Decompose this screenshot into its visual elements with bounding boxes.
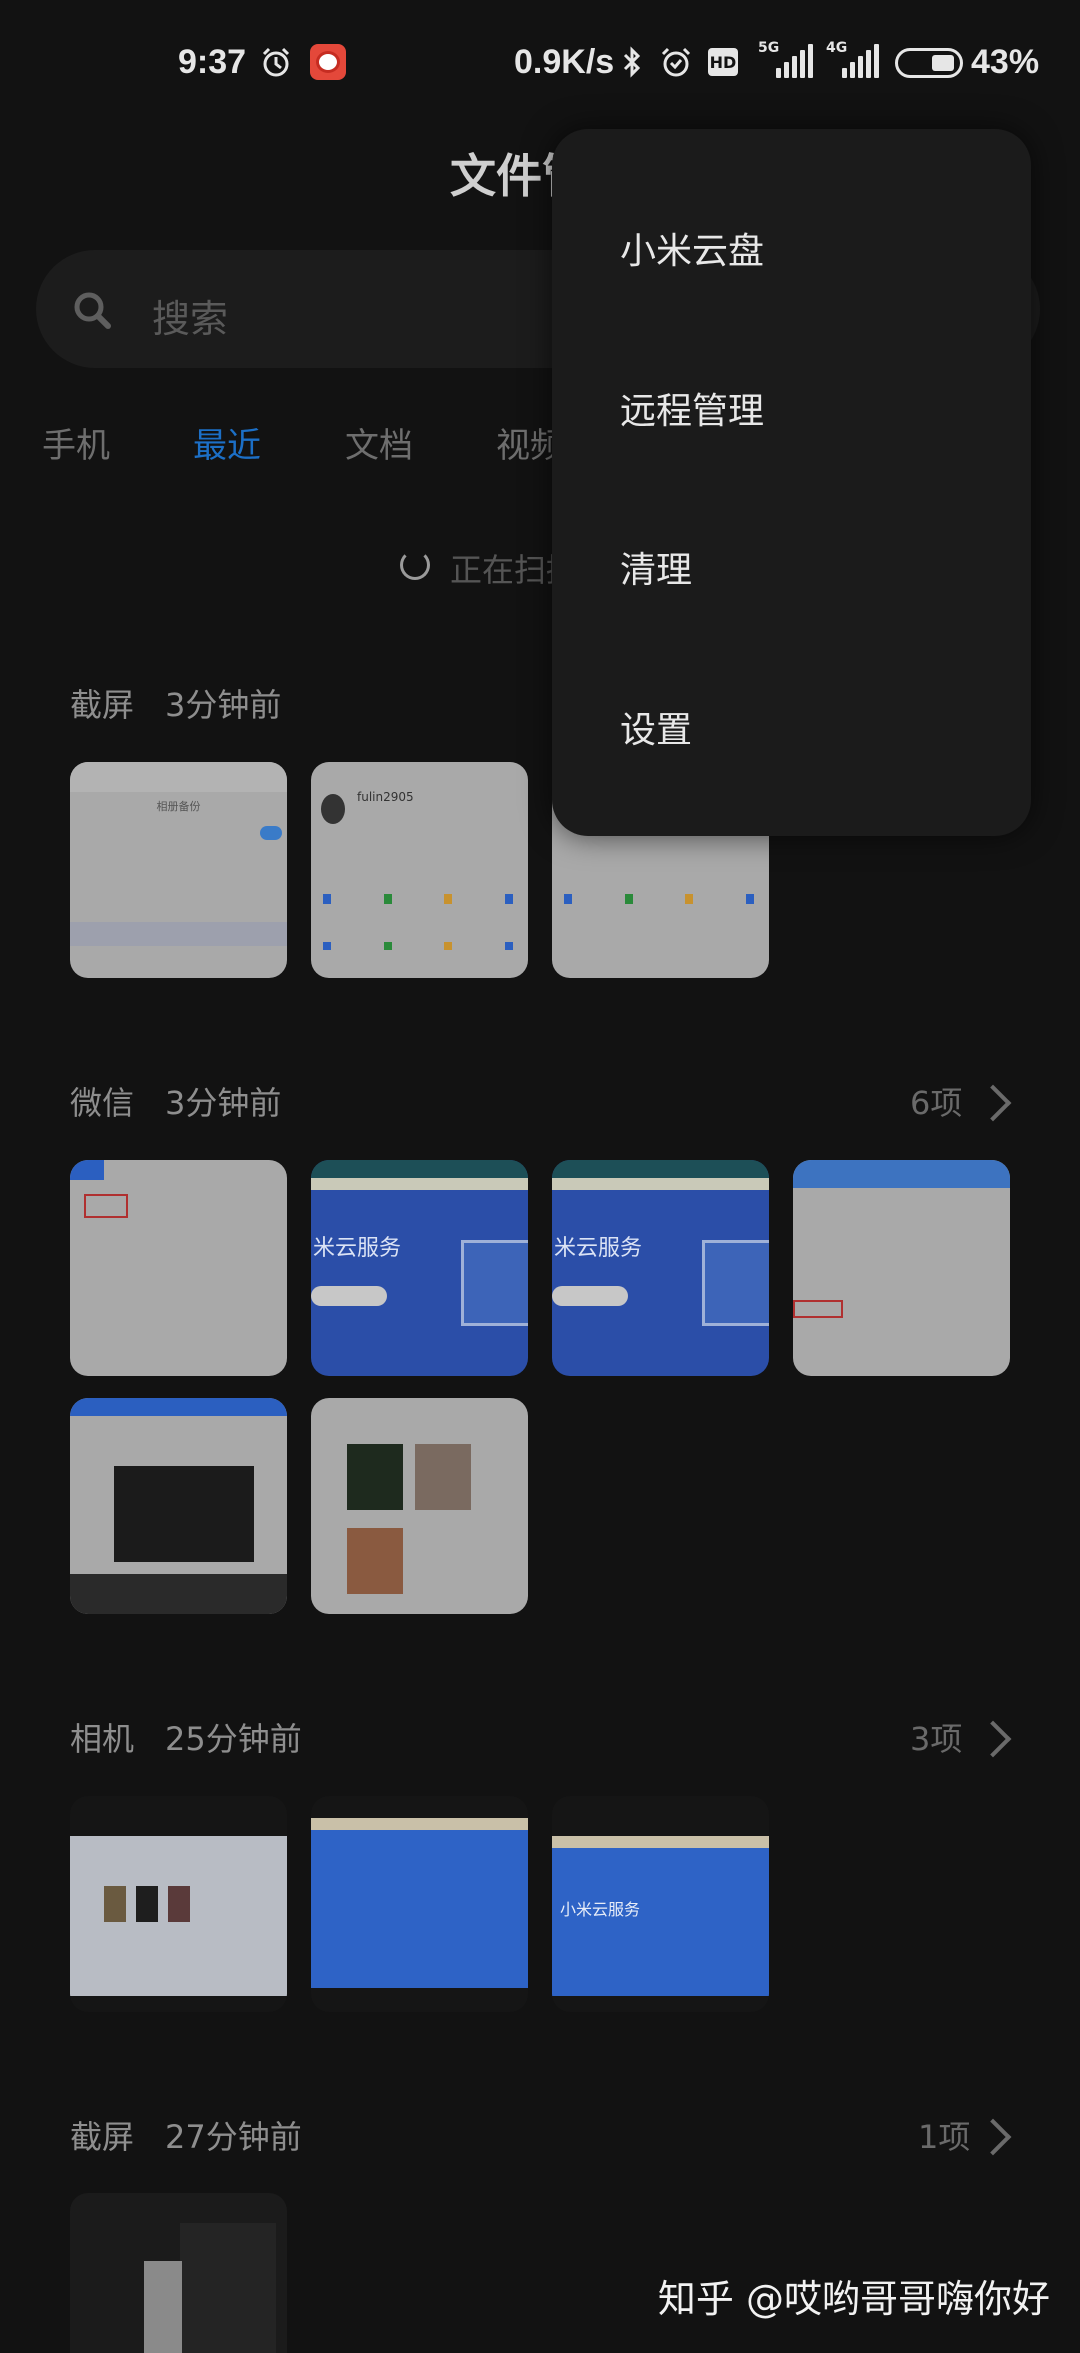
menu-item-settings[interactable]: 设置 <box>620 701 692 753</box>
section-title: 截屏 <box>70 686 135 724</box>
chevron-right-icon[interactable] <box>974 1720 1012 1758</box>
tab-recent[interactable]: 最近 <box>193 418 261 467</box>
watermark: 知乎 @哎哟哥哥嗨你好 <box>657 2277 1050 2321</box>
thumbnail[interactable] <box>311 1398 528 1614</box>
loading-spinner-icon <box>400 550 430 580</box>
section-time: 27分钟前 <box>165 2118 302 2156</box>
signal-4g-icon <box>842 44 879 78</box>
tab-documents[interactable]: 文档 <box>345 418 413 467</box>
section-count[interactable]: 3项 <box>910 1714 962 1760</box>
thumbnail[interactable] <box>70 2193 287 2353</box>
status-time: 9:37 <box>178 43 247 81</box>
thumbnail[interactable]: 米云服务 <box>311 1160 528 1376</box>
tab-phone[interactable]: 手机 <box>42 418 110 467</box>
chevron-right-icon[interactable] <box>974 2118 1012 2156</box>
thumbnail[interactable] <box>70 1398 287 1614</box>
section-count[interactable]: 1项 <box>918 2112 970 2158</box>
section-title: 截屏 <box>70 2118 135 2156</box>
signal-5g-icon <box>776 44 813 78</box>
hd-icon: HD <box>708 48 738 76</box>
menu-item-cleanup[interactable]: 清理 <box>620 541 692 593</box>
section-title: 相机 <box>70 1720 135 1758</box>
alarm-icon <box>258 42 294 82</box>
thumbnail[interactable]: 小米云服务 <box>552 1796 769 2012</box>
thumbnail[interactable]: 相册备份 <box>70 762 287 978</box>
alarm-clock-icon <box>658 42 694 82</box>
bluetooth-icon <box>620 42 644 82</box>
thumbnail[interactable] <box>70 1796 287 2012</box>
thumbnail[interactable] <box>311 1796 528 2012</box>
section-title: 微信 <box>70 1084 135 1122</box>
search-icon <box>72 290 112 330</box>
section-time: 3分钟前 <box>165 1084 282 1122</box>
thumbnail[interactable] <box>70 1160 287 1376</box>
section-count[interactable]: 6项 <box>910 1078 962 1124</box>
menu-item-remote-management[interactable]: 远程管理 <box>620 382 764 434</box>
battery-icon <box>895 48 963 78</box>
thumbnail[interactable]: 米云服务 <box>552 1160 769 1376</box>
menu-item-mi-cloud[interactable]: 小米云盘 <box>620 222 764 274</box>
search-placeholder: 搜索 <box>152 297 229 341</box>
app-notification-icon <box>310 44 346 80</box>
chevron-right-icon[interactable] <box>974 1084 1012 1122</box>
section-time: 25分钟前 <box>165 1720 302 1758</box>
network-speed: 0.9K/s <box>514 43 615 81</box>
battery-percent: 43% <box>971 43 1040 81</box>
thumbnail[interactable] <box>793 1160 1010 1376</box>
thumbnail[interactable]: fulin2905 <box>311 762 528 978</box>
section-time: 3分钟前 <box>165 686 282 724</box>
